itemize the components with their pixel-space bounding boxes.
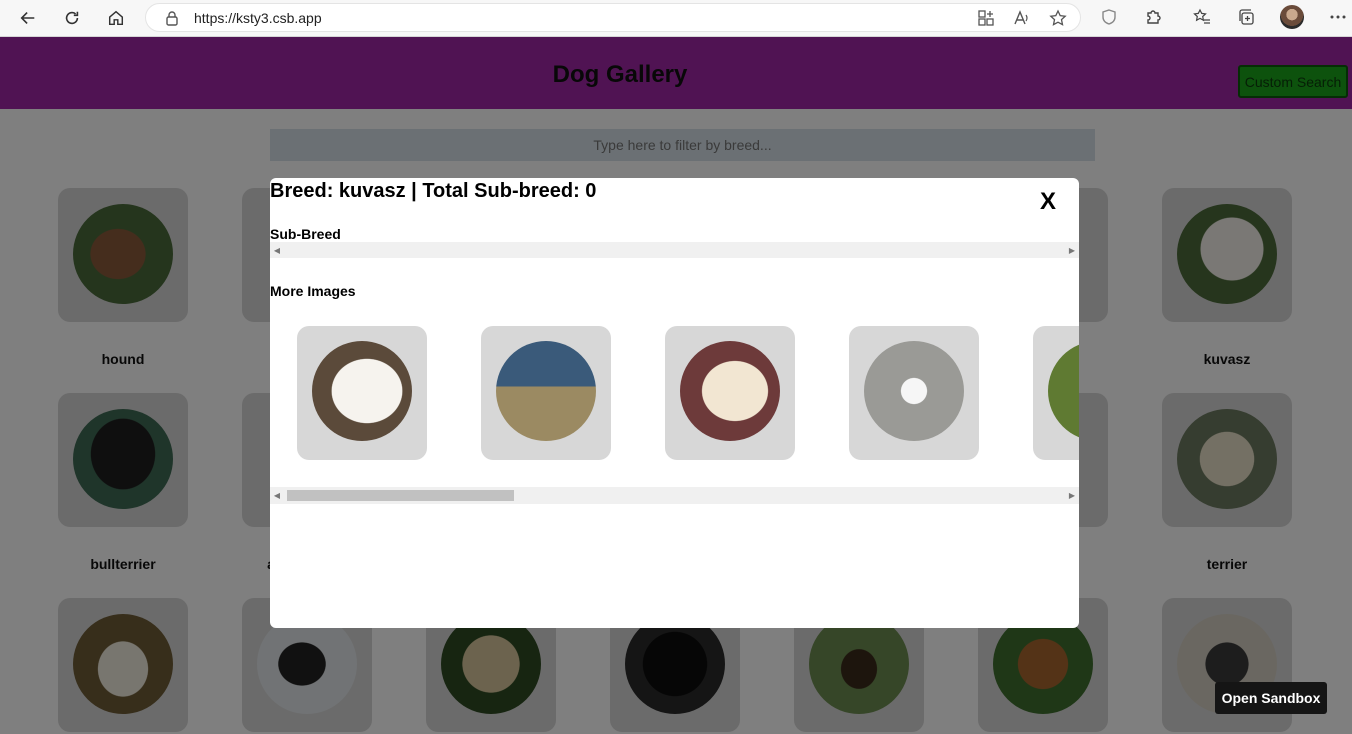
home-button[interactable] xyxy=(101,4,131,32)
read-aloud-icon[interactable] xyxy=(1013,9,1031,27)
more-image-card[interactable] xyxy=(481,326,611,460)
more-images-heading: More Images xyxy=(270,283,356,299)
breed-modal: Breed: kuvasz | Total Sub-breed: 0 X Sub… xyxy=(270,178,1079,628)
dog-image xyxy=(1048,341,1079,441)
modal-close-button[interactable]: X xyxy=(1040,188,1056,216)
more-image-card[interactable] xyxy=(1033,326,1079,460)
dog-image xyxy=(496,341,596,441)
favorite-star-icon[interactable] xyxy=(1049,9,1067,27)
profile-avatar[interactable] xyxy=(1280,5,1304,29)
open-sandbox-button[interactable]: Open Sandbox xyxy=(1215,682,1327,714)
dog-image xyxy=(680,341,780,441)
app-available-icon[interactable] xyxy=(977,9,995,27)
more-image-card[interactable] xyxy=(849,326,979,460)
scroll-left-arrow-icon[interactable]: ◀ xyxy=(270,242,284,258)
favorites-list-icon[interactable] xyxy=(1191,6,1213,28)
tracking-prevention-shield-icon[interactable] xyxy=(1098,6,1120,28)
more-image-card[interactable] xyxy=(297,326,427,460)
scroll-left-arrow-icon[interactable]: ◀ xyxy=(270,487,284,504)
browser-toolbar: https://ksty3.csb.app xyxy=(0,0,1352,37)
more-menu-icon[interactable] xyxy=(1327,6,1349,28)
home-icon xyxy=(108,10,124,26)
refresh-button[interactable] xyxy=(57,4,87,32)
back-arrow-icon xyxy=(20,12,35,24)
back-button[interactable] xyxy=(13,4,43,32)
dog-image xyxy=(864,341,964,441)
page-content: Dog Gallery Custom Search hound kuvasz b… xyxy=(0,37,1352,734)
collections-icon[interactable] xyxy=(1235,6,1257,28)
lock-icon xyxy=(166,11,178,26)
address-bar[interactable]: https://ksty3.csb.app xyxy=(145,3,1081,32)
sub-breed-scrollbar[interactable]: ◀ ▶ xyxy=(270,242,1079,258)
scrollbar-thumb[interactable] xyxy=(287,490,514,501)
url-text: https://ksty3.csb.app xyxy=(194,10,322,26)
modal-title: Breed: kuvasz | Total Sub-breed: 0 xyxy=(270,180,597,202)
more-images-scrollbar[interactable]: ◀ ▶ xyxy=(270,487,1079,504)
scroll-right-arrow-icon[interactable]: ▶ xyxy=(1065,487,1079,504)
refresh-icon xyxy=(65,11,79,25)
sub-breed-heading: Sub-Breed xyxy=(270,226,341,242)
dog-image xyxy=(312,341,412,441)
extensions-puzzle-icon[interactable] xyxy=(1142,6,1164,28)
more-image-card[interactable] xyxy=(665,326,795,460)
scroll-right-arrow-icon[interactable]: ▶ xyxy=(1065,242,1079,258)
